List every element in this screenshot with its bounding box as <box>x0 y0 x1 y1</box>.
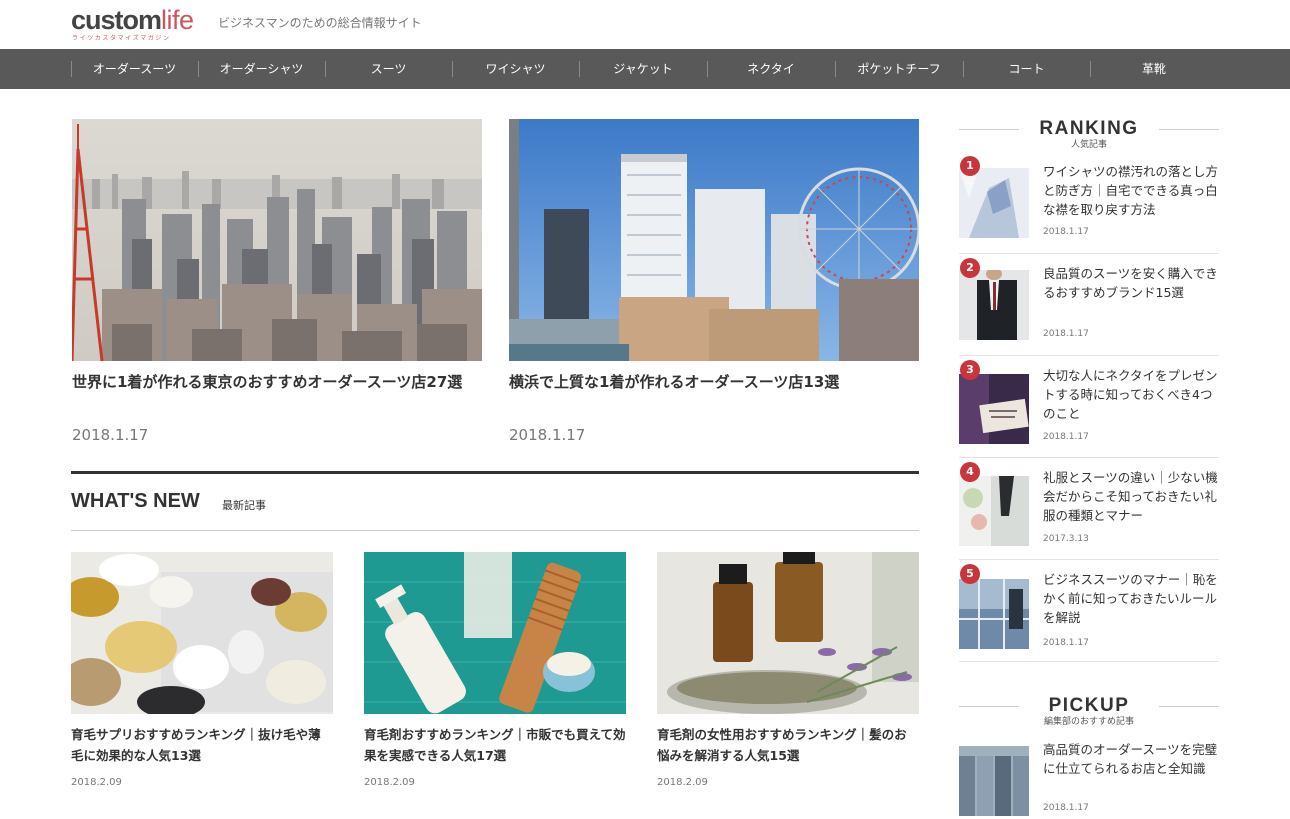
article-card[interactable]: 育毛剤おすすめランキング｜市販でも買えて効果を実感できる人気17選 2018.2… <box>364 552 626 788</box>
nav-item-shirt[interactable]: ワイシャツ <box>452 49 579 89</box>
ranking-date: 2018.1.17 <box>1043 227 1089 237</box>
site-tagline: ビジネスマンのための総合情報サイト <box>218 16 422 30</box>
logo-wordmark: customlife <box>71 6 194 34</box>
featured-title[interactable]: 横浜で上質な1着が作れるオーダースーツ店13選 <box>509 369 919 395</box>
nav-item-leather-shoes[interactable]: 革靴 <box>1090 49 1218 89</box>
heading-rule <box>1159 129 1219 130</box>
ranking-title[interactable]: ワイシャツの襟汚れの落とし方と防ぎ方｜自宅でできる真っ白な襟を取り戻す方法 <box>1043 162 1219 219</box>
nav-item-coat[interactable]: コート <box>963 49 1090 89</box>
rank-badge: 1 <box>960 156 980 176</box>
ranking-date: 2017.3.13 <box>1043 534 1089 544</box>
ranking-thumb-shirt-collar[interactable] <box>959 168 1029 238</box>
ranking-item[interactable]: 2 良品質のスーツを安く購入できるおすすめブランド15選 2018.1.17 <box>959 254 1219 356</box>
ranking-heading: RANKING 人気記事 <box>959 119 1219 151</box>
heading-rule <box>959 129 1019 130</box>
nav-item-jacket[interactable]: ジャケット <box>579 49 707 89</box>
nav-item-pocket-chief[interactable]: ポケットチーフ <box>835 49 963 89</box>
ranking-thumb-formal-wear[interactable] <box>959 476 1029 546</box>
ranking-item[interactable]: 1 ワイシャツの襟汚れの落とし方と防ぎ方｜自宅でできる真っ白な襟を取り戻す方法 … <box>959 152 1219 254</box>
featured-article[interactable]: 横浜で上質な1着が作れるオーダースーツ店13選 2018.1.17 <box>509 119 919 444</box>
pickup-article-title[interactable]: 高品質のオーダースーツを完璧に仕立てられるお店と全知識 <box>1043 740 1219 778</box>
article-title[interactable]: 育毛サプリおすすめランキング｜抜け毛や薄毛に効果的な人気13選 <box>71 724 333 766</box>
nav-item-suit[interactable]: スーツ <box>325 49 452 89</box>
pickup-date: 2018.1.17 <box>1043 803 1089 813</box>
ranking-item[interactable]: 4 礼服とスーツの違い｜少ない機会だからこそ知っておきたい礼服の種類とマナー 2… <box>959 458 1219 560</box>
ranking-item[interactable]: 5 ビジネススーツのマナー｜恥をかく前に知っておきたいルールを解説 2018.1… <box>959 560 1219 662</box>
heading-rule <box>1159 706 1219 707</box>
ranking-date: 2018.1.17 <box>1043 329 1089 339</box>
pickup-item[interactable]: 高品質のオーダースーツを完璧に仕立てられるお店と全知識 2018.1.17 <box>959 730 1219 819</box>
logo-accent-text: life <box>161 5 194 35</box>
article-date: 2018.2.09 <box>364 777 415 788</box>
ranking-item[interactable]: 3 大切な人にネクタイをプレゼントする時に知っておくべき4つのこと 2018.1… <box>959 356 1219 458</box>
logo-main-text: custom <box>71 5 162 35</box>
ranking-thumb-suit[interactable] <box>959 270 1029 340</box>
pickup-subtitle: 編集部のおすすめ記事 <box>1043 717 1134 727</box>
site-header: customlife ライツカスタマイズマガジン ビジネスマンのための総合情報サ… <box>0 0 1290 49</box>
whats-new-subheading: 最新記事 <box>222 499 266 512</box>
section-divider <box>71 530 919 531</box>
article-card[interactable]: 育毛剤の女性用おすすめランキング｜髪のお悩みを解消する人気15選 2018.2.… <box>657 552 919 788</box>
site-logo[interactable]: customlife ライツカスタマイズマガジン <box>71 6 203 42</box>
article-image-supplements[interactable] <box>71 552 333 714</box>
ranking-title[interactable]: 良品質のスーツを安く購入できるおすすめブランド15選 <box>1043 264 1219 302</box>
ranking-thumb-business[interactable] <box>959 579 1029 649</box>
nav-item-necktie[interactable]: ネクタイ <box>707 49 835 89</box>
article-title[interactable]: 育毛剤おすすめランキング｜市販でも買えて効果を実感できる人気17選 <box>364 724 626 766</box>
article-card[interactable]: 育毛サプリおすすめランキング｜抜け毛や薄毛に効果的な人気13選 2018.2.0… <box>71 552 333 788</box>
whats-new-heading: WHAT'S NEW <box>71 490 200 512</box>
article-image-essential-oil[interactable] <box>657 552 919 714</box>
global-nav: オーダースーツ オーダーシャツ スーツ ワイシャツ ジャケット ネクタイ ポケッ… <box>0 49 1290 89</box>
pickup-heading: PICKUP 編集部のおすすめ記事 <box>959 696 1219 728</box>
rank-badge: 5 <box>960 564 980 584</box>
featured-image-tokyo[interactable] <box>72 119 482 361</box>
rank-badge: 2 <box>960 258 980 278</box>
ranking-title[interactable]: 礼服とスーツの違い｜少ない機会だからこそ知っておきたい礼服の種類とマナー <box>1043 468 1219 525</box>
ranking-title[interactable]: 大切な人にネクタイをプレゼントする時に知っておくべき4つのこと <box>1043 366 1219 423</box>
nav-item-order-suit[interactable]: オーダースーツ <box>71 49 198 89</box>
featured-date: 2018.1.17 <box>72 426 149 444</box>
article-date: 2018.2.09 <box>657 777 708 788</box>
section-divider <box>71 471 919 474</box>
article-image-hair-tonic[interactable] <box>364 552 626 714</box>
rank-badge: 3 <box>960 360 980 380</box>
ranking-title[interactable]: ビジネススーツのマナー｜恥をかく前に知っておきたいルールを解説 <box>1043 570 1219 627</box>
featured-title[interactable]: 世界に1着が作れる東京のおすすめオーダースーツ店27選 <box>72 369 482 395</box>
pickup-thumb-suits-rack[interactable] <box>959 746 1029 816</box>
heading-rule <box>959 706 1019 707</box>
featured-article[interactable]: 世界に1着が作れる東京のおすすめオーダースーツ店27選 2018.1.17 <box>72 119 482 444</box>
ranking-thumb-necktie-gift[interactable] <box>959 374 1029 444</box>
featured-date: 2018.1.17 <box>509 426 586 444</box>
logo-subtext: ライツカスタマイズマガジン <box>72 35 171 42</box>
featured-image-yokohama[interactable] <box>509 119 919 361</box>
nav-item-order-shirt[interactable]: オーダーシャツ <box>198 49 325 89</box>
article-date: 2018.2.09 <box>71 777 122 788</box>
ranking-date: 2018.1.17 <box>1043 432 1089 442</box>
ranking-subtitle: 人気記事 <box>1070 140 1107 150</box>
article-title[interactable]: 育毛剤の女性用おすすめランキング｜髪のお悩みを解消する人気15選 <box>657 724 919 766</box>
rank-badge: 4 <box>960 462 980 482</box>
ranking-date: 2018.1.17 <box>1043 638 1089 648</box>
